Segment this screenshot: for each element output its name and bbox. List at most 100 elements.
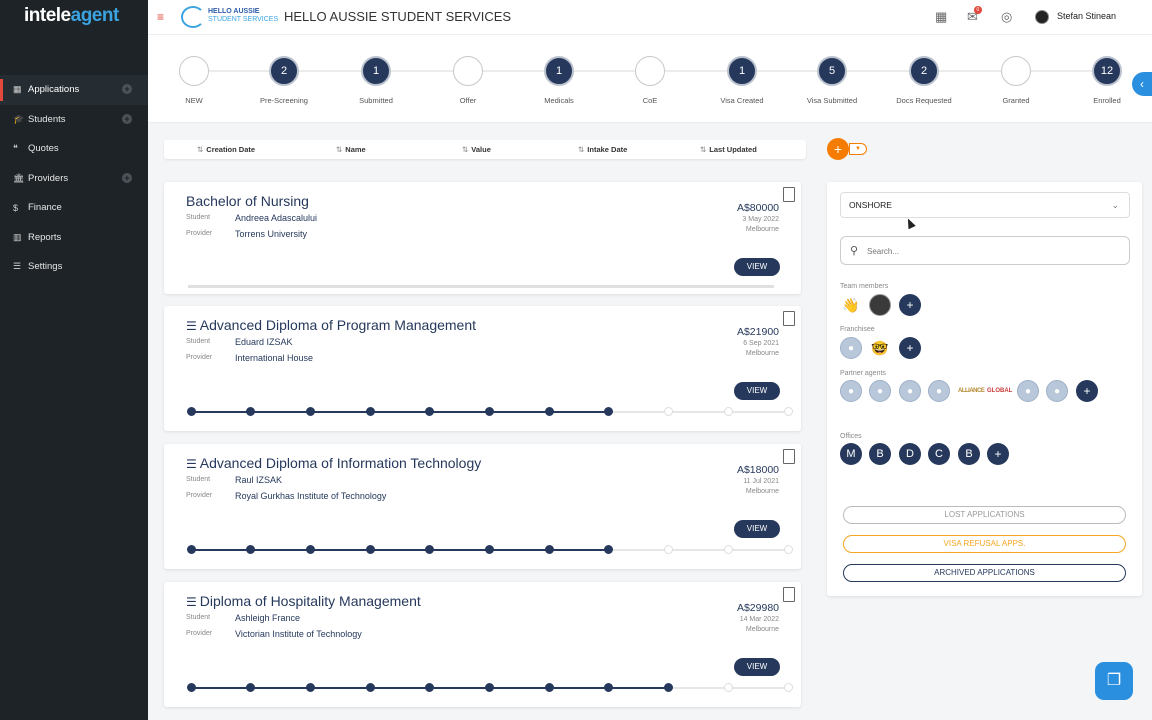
- partner-agent-avatar[interactable]: ●: [840, 380, 862, 402]
- document-icon[interactable]: [783, 587, 795, 602]
- sidebar-item-finance[interactable]: $ Finance: [0, 193, 148, 223]
- stage-visa-created[interactable]: 1 Visa Created: [702, 56, 782, 105]
- sidebar-item-providers[interactable]: 🏛 Providers +: [0, 164, 148, 194]
- add-circle-icon[interactable]: +: [122, 172, 132, 183]
- partner-agent-avatar[interactable]: ●: [899, 380, 921, 402]
- add-dropdown-chevron-icon[interactable]: ▼: [849, 143, 867, 155]
- panel-search-input[interactable]: [867, 243, 1117, 259]
- drag-handle-icon[interactable]: ☰: [186, 319, 197, 333]
- sidebar-item-quotes[interactable]: ❝ Quotes: [0, 134, 148, 164]
- panel-search-box[interactable]: ⚲: [840, 236, 1130, 265]
- stage-label: Pre-Screening: [260, 96, 308, 105]
- sort-creation-date[interactable]: ⇅ Creation Date: [197, 145, 255, 154]
- provider-name[interactable]: Victorian Institute of Technology: [235, 629, 362, 639]
- partner-agent-avatar[interactable]: ●: [1046, 380, 1068, 402]
- application-card[interactable]: Bachelor of Nursing Student Andreea Adasca…: [164, 182, 801, 294]
- sort-value[interactable]: ⇅ Value: [462, 145, 491, 154]
- view-button[interactable]: VIEW: [734, 382, 780, 400]
- stage-pre-screening[interactable]: 2 Pre-Screening: [244, 56, 324, 105]
- provider-name[interactable]: Royal Gurkhas Institute of Technology: [235, 491, 386, 501]
- collapse-panel-arrow-icon[interactable]: ‹: [1132, 72, 1152, 96]
- sidebar-item-applications[interactable]: ▦ Applications +: [0, 75, 148, 105]
- stage-visa-submitted[interactable]: 5 Visa Submitted: [792, 56, 872, 105]
- archived-applications-button[interactable]: ARCHIVED APPLICATIONS: [843, 564, 1126, 582]
- help-lifebuoy-icon[interactable]: ◎: [1001, 9, 1012, 25]
- add-partner-agent-button[interactable]: +: [1076, 380, 1098, 402]
- student-name[interactable]: Andreea Adascalului: [235, 213, 317, 223]
- progress-track: [186, 545, 793, 555]
- application-title[interactable]: ☰ Diploma of Hospitality Management: [186, 593, 421, 609]
- office-badge[interactable]: M: [840, 443, 862, 465]
- provider-name[interactable]: Torrens University: [235, 229, 307, 239]
- stage-offer[interactable]: Offer: [428, 56, 508, 105]
- student-name[interactable]: Ashleigh France: [235, 613, 300, 623]
- application-title[interactable]: ☰ Advanced Diploma of Program Management: [186, 317, 476, 333]
- user-name[interactable]: Stefan Stinean: [1057, 11, 1116, 21]
- chat-widget-icon[interactable]: ❐: [1095, 662, 1133, 700]
- add-office-button[interactable]: +: [987, 443, 1009, 465]
- add-team-member-button[interactable]: +: [899, 294, 921, 316]
- progress-step-dot: [246, 407, 256, 416]
- stage-medicals[interactable]: 1 Medicals: [519, 56, 599, 105]
- stage-coe[interactable]: CoE: [610, 56, 690, 105]
- progress-step-dot: [186, 407, 196, 416]
- partner-agent-avatar[interactable]: ●: [869, 380, 891, 402]
- view-button[interactable]: VIEW: [734, 258, 780, 276]
- application-title[interactable]: ☰ Advanced Diploma of Information Technol…: [186, 455, 481, 471]
- application-value: A$80000: [736, 202, 779, 214]
- franchisee-avatar[interactable]: ●: [840, 337, 862, 359]
- location-select[interactable]: ONSHORE ⌄: [840, 192, 1130, 218]
- add-franchisee-button[interactable]: +: [899, 337, 921, 359]
- sort-last-updated[interactable]: ⇅ Last Updated: [700, 145, 757, 154]
- add-circle-icon[interactable]: +: [122, 113, 132, 124]
- office-badge[interactable]: C: [928, 443, 950, 465]
- stage-label: Visa Submitted: [806, 96, 858, 105]
- search-icon: ⚲: [850, 245, 859, 257]
- chat-bubbles-icon[interactable]: ✉ 0: [967, 6, 982, 25]
- filter-panel: ONSHORE ⌄ ⚲ Team members 👋 + Franchisee …: [827, 182, 1142, 596]
- hamburger-menu-icon[interactable]: ≡: [157, 10, 164, 24]
- visa-refusal-apps-button[interactable]: VISA REFUSAL APPS.: [843, 535, 1126, 553]
- progress-step-dot: [604, 545, 614, 554]
- sort-name[interactable]: ⇅ Name: [336, 145, 366, 154]
- drag-handle-icon[interactable]: ☰: [186, 457, 197, 471]
- stage-docs-requested[interactable]: 2 Docs Requested: [884, 56, 964, 105]
- add-circle-icon[interactable]: +: [122, 84, 132, 94]
- document-icon[interactable]: [783, 311, 795, 326]
- document-icon[interactable]: [783, 187, 795, 202]
- document-icon[interactable]: [783, 449, 795, 464]
- partner-agent-logo[interactable]: ALLIANCE: [958, 380, 985, 402]
- stage-new[interactable]: NEW: [154, 56, 234, 105]
- provider-name[interactable]: International House: [235, 353, 313, 363]
- office-badge[interactable]: D: [899, 443, 921, 465]
- sidebar-item-settings[interactable]: ☰ Settings: [0, 252, 148, 282]
- sort-intake-date[interactable]: ⇅ Intake Date: [578, 145, 627, 154]
- partner-agent-avatar[interactable]: ●: [1017, 380, 1039, 402]
- add-application-button[interactable]: +: [827, 138, 849, 160]
- view-button[interactable]: VIEW: [734, 520, 780, 538]
- user-avatar[interactable]: [1035, 10, 1049, 24]
- sidebar-item-students[interactable]: 🎓 Students +: [0, 105, 148, 135]
- office-badge[interactable]: B: [869, 443, 891, 465]
- application-card[interactable]: ☰ Diploma of Hospitality Management Studen…: [164, 582, 801, 707]
- app-logo[interactable]: inteleagent: [24, 5, 119, 27]
- drag-handle-icon[interactable]: ☰: [186, 595, 197, 609]
- stage-granted[interactable]: Granted: [976, 56, 1056, 105]
- application-title[interactable]: Bachelor of Nursing: [186, 193, 309, 209]
- lost-applications-button[interactable]: LOST APPLICATIONS: [843, 506, 1126, 524]
- franchisee-avatar[interactable]: 🤓: [869, 337, 891, 359]
- student-name[interactable]: Raul IZSAK: [235, 475, 282, 485]
- calendar-icon[interactable]: ▦: [935, 9, 947, 25]
- team-member-avatar[interactable]: [869, 294, 891, 316]
- stage-submitted[interactable]: 1 Submitted: [336, 56, 416, 105]
- view-button[interactable]: VIEW: [734, 658, 780, 676]
- office-badge[interactable]: B: [958, 443, 980, 465]
- sort-label: Value: [471, 145, 491, 154]
- team-member-avatar[interactable]: 👋: [840, 294, 862, 316]
- application-card[interactable]: ☰ Advanced Diploma of Program Management S…: [164, 306, 801, 431]
- student-name[interactable]: Eduard IZSAK: [235, 337, 293, 347]
- sidebar-item-reports[interactable]: ▥ Reports: [0, 223, 148, 253]
- partner-agent-logo[interactable]: GLOBAL: [987, 380, 1012, 402]
- application-card[interactable]: ☰ Advanced Diploma of Information Technol…: [164, 444, 801, 569]
- partner-agent-avatar[interactable]: ●: [928, 380, 950, 402]
